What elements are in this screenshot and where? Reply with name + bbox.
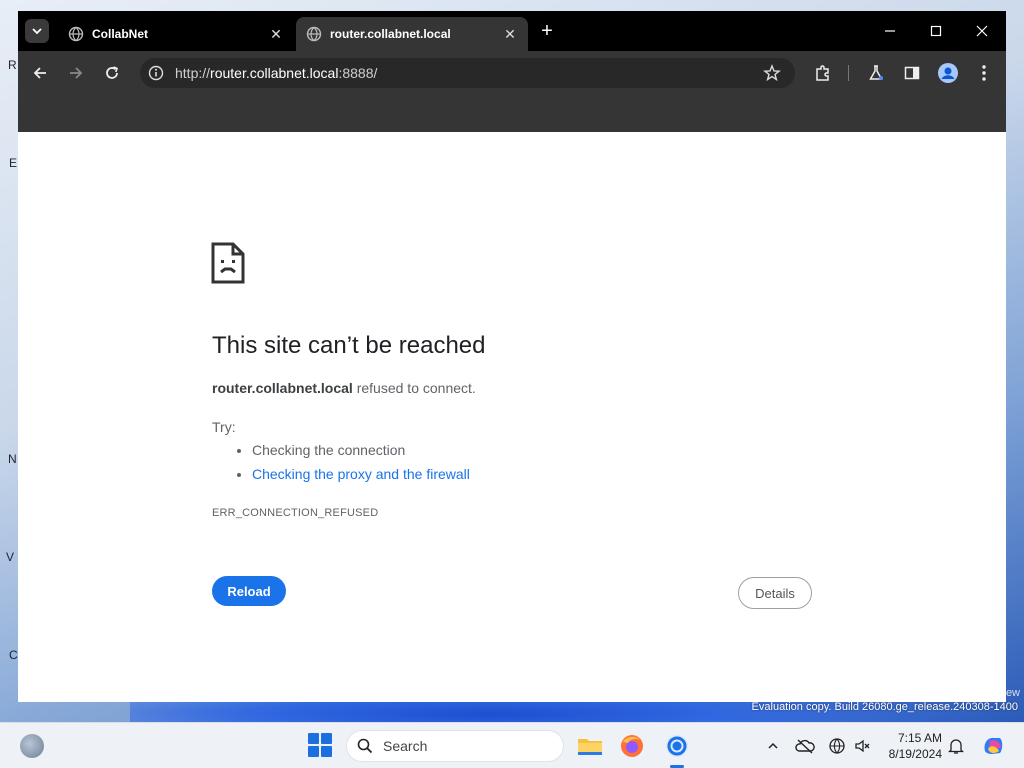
puzzle-icon xyxy=(816,65,829,81)
maximize-icon xyxy=(930,25,942,37)
windows-logo-tile xyxy=(321,733,332,744)
firefox-icon[interactable] xyxy=(618,732,646,760)
notifications-button[interactable] xyxy=(946,736,966,756)
side-panel-button[interactable] xyxy=(901,62,923,84)
tab-search-button[interactable] xyxy=(25,19,49,43)
error-description: router.collabnet.local refused to connec… xyxy=(212,380,476,396)
suggestion-link[interactable]: Checking the proxy and the firewall xyxy=(252,466,470,482)
flask-icon xyxy=(869,65,883,80)
taskbar: Search 7:15 AM 8/19/2024 xyxy=(0,722,1024,768)
suggestion-list: Checking the connection Checking the pro… xyxy=(252,442,470,490)
search-icon xyxy=(357,738,373,754)
globe-icon xyxy=(68,26,84,42)
arrow-left-icon xyxy=(33,67,46,79)
url-scheme: http:// xyxy=(175,65,211,81)
error-code: ERR_CONNECTION_REFUSED xyxy=(212,507,379,519)
menu-button[interactable] xyxy=(973,62,995,84)
windows-logo-tile xyxy=(308,746,319,757)
error-title: This site can’t be reached xyxy=(212,332,486,359)
desktop-icon-fragment[interactable]: E xyxy=(9,156,17,170)
desktop-icon-fragment[interactable]: R xyxy=(8,58,17,72)
avatar-icon xyxy=(938,63,958,83)
error-page: This site can’t be reached router.collab… xyxy=(18,132,1006,702)
windows-logo-tile xyxy=(321,746,332,757)
more-vertical-icon xyxy=(982,65,986,81)
error-message: refused to connect. xyxy=(356,380,476,396)
browser-window: CollabNet ✕ router.collabnet.local ✕ + h… xyxy=(18,11,1006,702)
file-explorer-icon[interactable] xyxy=(576,732,604,760)
chrome-icon[interactable] xyxy=(663,732,691,760)
desktop-icon-fragment[interactable]: N xyxy=(8,452,17,466)
desktop-icon-fragment[interactable]: C xyxy=(9,648,18,662)
refresh-icon xyxy=(106,66,118,79)
arrow-right-icon xyxy=(70,67,83,79)
tab-title: CollabNet xyxy=(92,27,149,41)
close-window-button[interactable] xyxy=(970,19,994,43)
taskbar-clock[interactable]: 7:15 AM 8/19/2024 xyxy=(882,730,942,762)
url-port-path: :8888/ xyxy=(338,65,378,81)
suggestion-item[interactable]: Checking the proxy and the firewall xyxy=(252,466,470,482)
address-bar[interactable]: http://router.collabnet.local:8888/ xyxy=(140,58,795,88)
start-button[interactable] xyxy=(308,733,332,757)
tab-title: router.collabnet.local xyxy=(330,27,451,41)
volume-icon[interactable] xyxy=(852,736,872,756)
reload-button[interactable]: Reload xyxy=(212,576,286,606)
tab-collabnet[interactable]: CollabNet ✕ xyxy=(58,17,294,51)
clock-time: 7:15 AM xyxy=(897,731,942,745)
minimize-icon xyxy=(885,30,895,32)
url-host: router.collabnet.local xyxy=(210,65,339,81)
url-text[interactable]: http://router.collabnet.local:8888/ xyxy=(175,65,377,81)
info-icon[interactable] xyxy=(148,65,164,81)
try-label: Try: xyxy=(212,419,236,435)
onedrive-icon[interactable] xyxy=(795,736,815,756)
search-placeholder: Search xyxy=(383,738,428,754)
profile-button[interactable] xyxy=(937,62,959,84)
watermark-edition: ew xyxy=(1005,687,1020,699)
copilot-icon[interactable] xyxy=(980,733,1006,759)
close-icon[interactable]: ✕ xyxy=(268,26,284,42)
sad-document-icon xyxy=(211,242,245,284)
bookmarks-bar xyxy=(18,95,1006,132)
tab-router[interactable]: router.collabnet.local ✕ xyxy=(296,17,528,51)
suggestion-text: Checking the connection xyxy=(252,442,406,458)
bell-icon xyxy=(948,739,964,754)
minimize-button[interactable] xyxy=(878,19,902,43)
taskbar-search[interactable]: Search xyxy=(346,730,564,762)
chevron-up-icon xyxy=(768,742,778,749)
forward-button[interactable] xyxy=(65,62,87,84)
labs-button[interactable] xyxy=(865,62,887,84)
details-button[interactable]: Details xyxy=(738,577,812,609)
chevron-down-icon xyxy=(32,28,42,35)
browser-toolbar: http://router.collabnet.local:8888/ xyxy=(18,51,1006,95)
error-host: router.collabnet.local xyxy=(212,380,353,396)
windows-logo-tile xyxy=(308,733,319,744)
evaluation-watermark: Evaluation copy. Build 26080.ge_release.… xyxy=(751,701,1018,713)
reload-toolbar-button[interactable] xyxy=(101,62,123,84)
star-icon[interactable] xyxy=(763,64,781,82)
maximize-button[interactable] xyxy=(924,19,948,43)
close-icon[interactable]: ✕ xyxy=(502,26,518,42)
desktop-icon-fragment[interactable]: V xyxy=(6,550,14,564)
network-icon[interactable] xyxy=(827,736,847,756)
widgets-button[interactable] xyxy=(20,734,44,758)
clock-date: 8/19/2024 xyxy=(888,747,942,761)
suggestion-item: Checking the connection xyxy=(252,442,470,458)
toolbar-separator xyxy=(848,65,849,81)
side-panel-icon xyxy=(904,66,920,80)
new-tab-button[interactable]: + xyxy=(537,21,557,41)
extensions-button[interactable] xyxy=(812,62,834,84)
back-button[interactable] xyxy=(29,62,51,84)
show-hidden-icons-button[interactable] xyxy=(763,736,783,756)
close-icon xyxy=(976,25,988,37)
tab-strip: CollabNet ✕ router.collabnet.local ✕ + xyxy=(18,11,1006,51)
globe-icon xyxy=(306,26,322,42)
